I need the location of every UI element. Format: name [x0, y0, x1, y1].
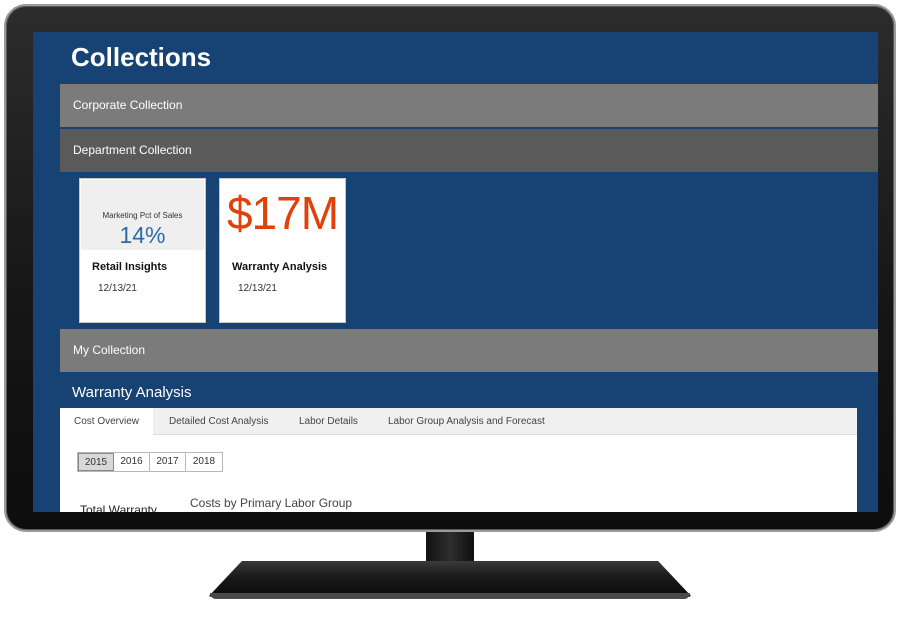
report-card-retail-insights[interactable]: Marketing Pct of Sales 14% Retail Insigh…: [79, 178, 206, 323]
monitor-stand-edge: [210, 593, 690, 599]
total-warranty-label: Total Warranty: [80, 503, 157, 512]
year-button-2017[interactable]: 2017: [150, 453, 186, 471]
report-title: Warranty Analysis: [72, 384, 192, 401]
card-title: Warranty Analysis: [232, 261, 328, 273]
page-title: Collections: [71, 42, 212, 72]
kpi-value: $17M: [226, 187, 339, 239]
year-button-2016[interactable]: 2016: [114, 453, 150, 471]
tab-detailed-cost-analysis[interactable]: Detailed Cost Analysis: [155, 408, 283, 435]
monitor-stand-base: [208, 561, 692, 597]
year-button-2018[interactable]: 2018: [186, 453, 222, 471]
kpi-label: Marketing Pct of Sales: [102, 211, 183, 220]
year-button-2015[interactable]: 2015: [78, 453, 114, 471]
card-title: Retail Insights: [92, 261, 168, 273]
tab-labor-group-analysis[interactable]: Labor Group Analysis and Forecast: [374, 408, 559, 435]
kpi-value: 14%: [119, 222, 166, 248]
monitor-frame: Collections Corporate Collection Departm…: [4, 4, 896, 532]
report-panel: Cost Overview Detailed Cost Analysis Lab…: [60, 408, 857, 512]
card-thumbnail: Marketing Pct of Sales 14%: [81, 180, 204, 250]
tab-labor-details[interactable]: Labor Details: [285, 408, 372, 435]
chart-title: Costs by Primary Labor Group: [190, 496, 353, 510]
report-tabs: Cost Overview Detailed Cost Analysis Lab…: [60, 408, 857, 436]
report-card-warranty-analysis[interactable]: $17M Warranty Analysis 12/13/21: [219, 178, 346, 323]
tab-cost-overview[interactable]: Cost Overview: [60, 408, 154, 436]
corporate-collection-header[interactable]: Corporate Collection: [60, 84, 878, 127]
year-button-bar: 2015 2016 2017 2018: [77, 452, 223, 472]
card-date: 12/13/21: [238, 283, 277, 294]
screen: Collections Corporate Collection Departm…: [33, 32, 878, 512]
card-thumbnail: $17M: [221, 180, 344, 250]
department-collection-header[interactable]: Department Collection: [60, 129, 878, 172]
my-collection-header[interactable]: My Collection: [60, 329, 878, 372]
card-date: 12/13/21: [98, 283, 137, 294]
